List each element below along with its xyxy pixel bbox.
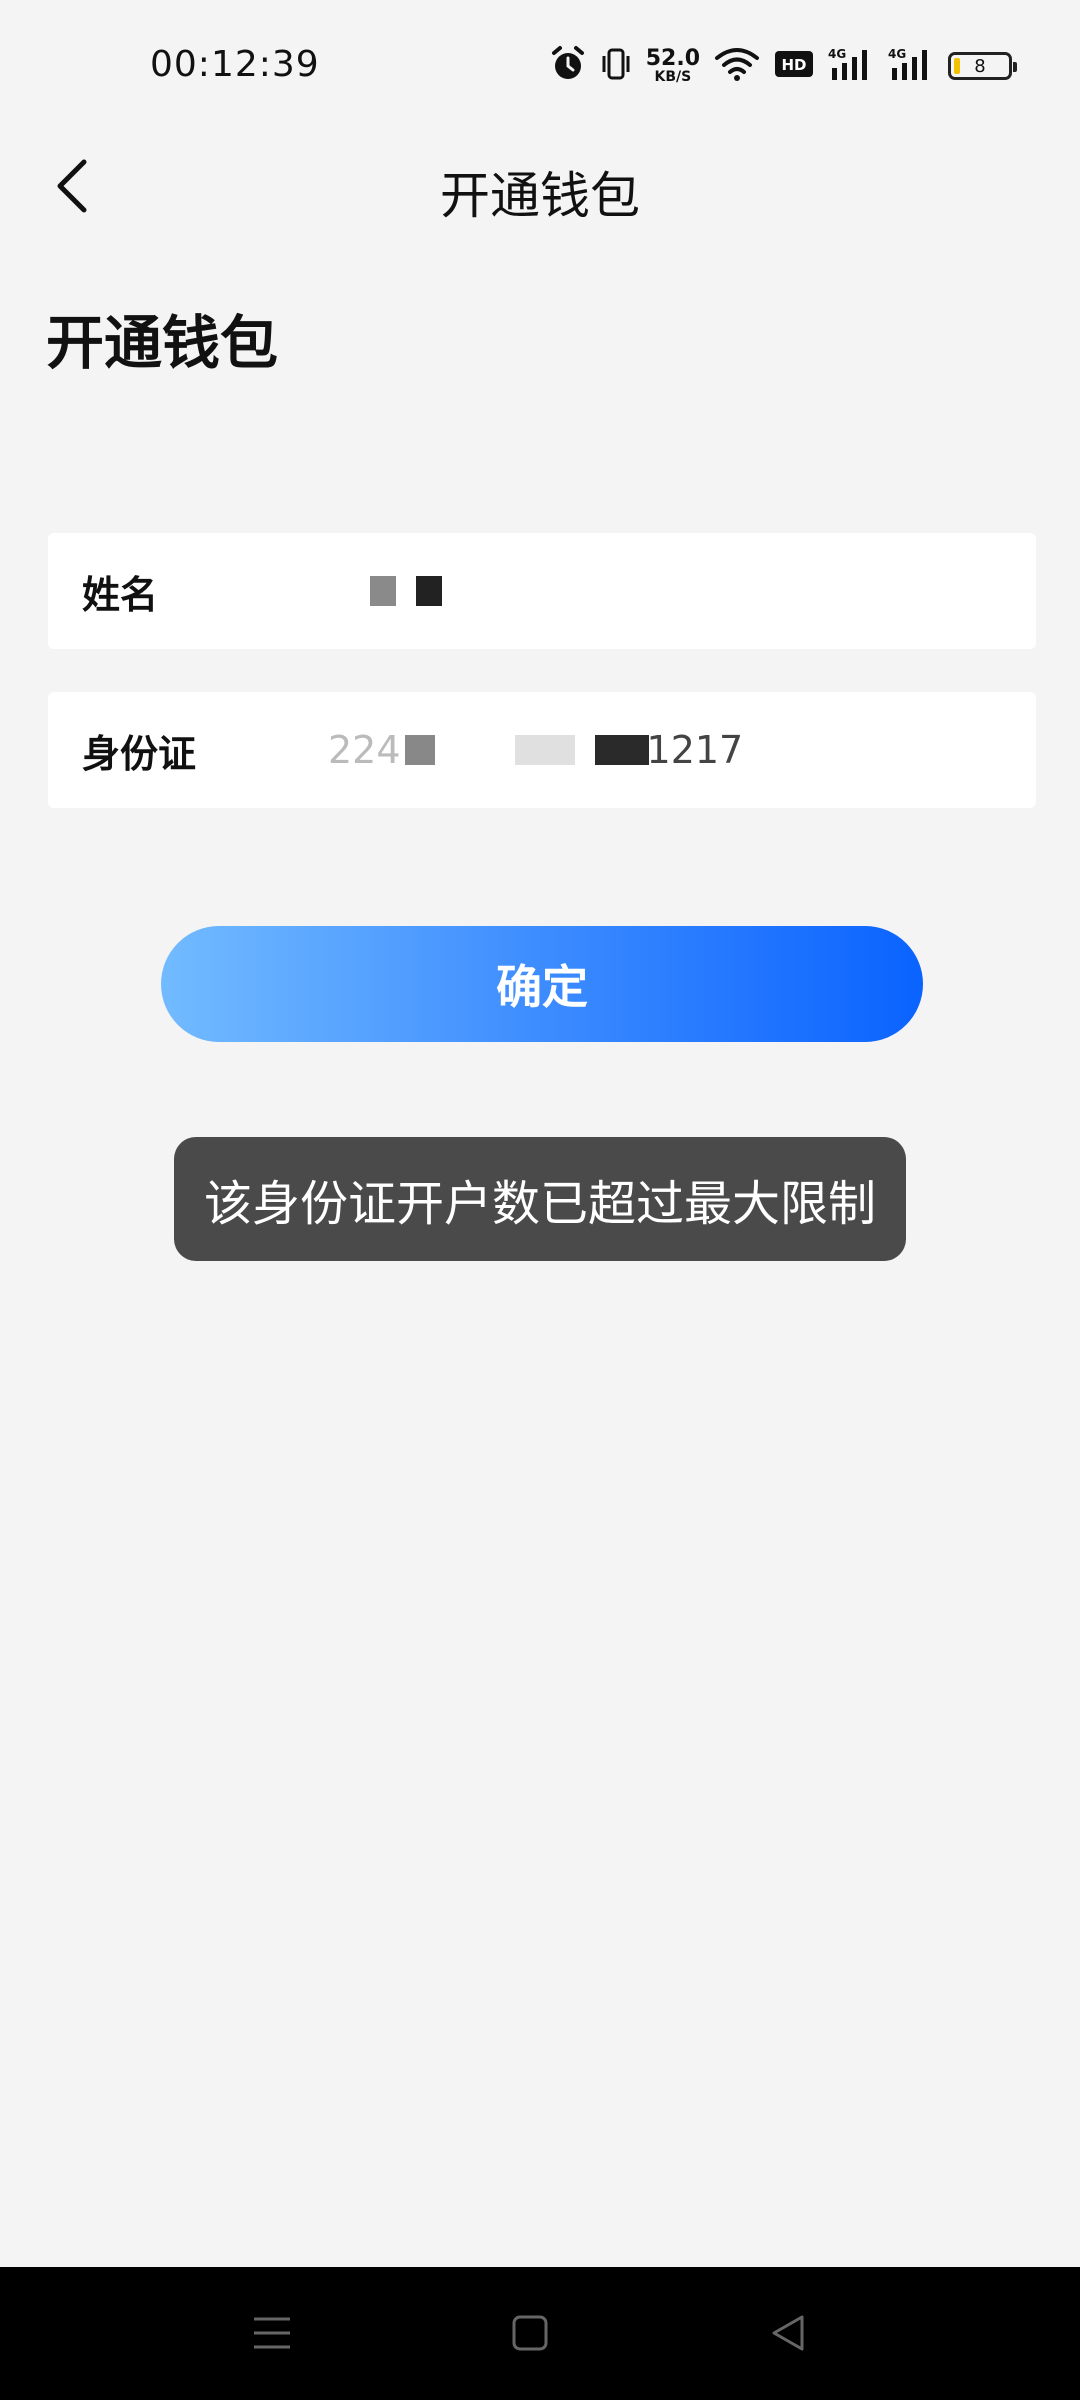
id-card-field[interactable]: 身份证 224 1217 <box>48 692 1036 808</box>
hd-icon: HD <box>774 50 814 82</box>
page-heading: 开通钱包 <box>46 309 279 377</box>
status-time: 00:12:39 <box>150 44 320 85</box>
id-card-label: 身份证 <box>82 731 197 776</box>
status-bar: 00:12:39 52.0 KB/S HD 4G 4G 8 <box>0 0 1080 130</box>
id-prefix: 224 <box>328 728 401 772</box>
redacted-block <box>594 735 649 765</box>
home-button[interactable] <box>500 2303 560 2363</box>
net-speed-value: 52.0 <box>645 46 700 71</box>
id-card-value-redacted: 224 1217 <box>328 728 743 772</box>
error-toast: 该身份证开户数已超过最大限制 <box>174 1137 906 1261</box>
name-label: 姓名 <box>82 572 159 617</box>
home-icon <box>512 2315 548 2351</box>
redacted-block <box>416 576 442 606</box>
signal-4g-icon: 4G <box>888 46 934 86</box>
redacted-block <box>514 735 575 765</box>
vibrate-icon <box>600 46 632 86</box>
redacted-block <box>404 735 435 765</box>
nav-title: 开通钱包 <box>440 167 640 225</box>
id-suffix: 1217 <box>646 728 744 772</box>
system-back-button[interactable] <box>758 2303 818 2363</box>
status-icons: 52.0 KB/S HD 4G 4G 8 <box>550 44 1017 88</box>
nav-bar: 开通钱包 <box>0 130 1080 240</box>
system-nav-bar <box>0 2267 1080 2400</box>
name-value-redacted <box>370 576 442 606</box>
svg-text:4G: 4G <box>828 47 846 61</box>
name-field[interactable]: 姓名 <box>48 533 1036 649</box>
menu-icon <box>254 2317 290 2349</box>
confirm-button[interactable]: 确定 <box>161 926 923 1042</box>
wifi-icon <box>714 46 760 86</box>
redacted-block <box>370 576 396 606</box>
svg-text:4G: 4G <box>888 47 906 61</box>
recents-button[interactable] <box>242 2303 302 2363</box>
battery-level: 8 <box>974 55 986 77</box>
battery-icon: 8 <box>948 52 1017 80</box>
open-wallet-page: 00:12:39 52.0 KB/S HD 4G 4G 8 开通钱包 开通钱包 … <box>0 0 1080 2400</box>
svg-text:HD: HD <box>781 56 806 74</box>
net-speed-unit: KB/S <box>654 69 692 85</box>
signal-4g-icon: 4G <box>828 46 874 86</box>
battery-fill <box>954 58 960 74</box>
back-triangle-icon <box>772 2315 804 2351</box>
alarm-icon <box>550 45 586 87</box>
net-speed: 52.0 KB/S <box>645 46 700 85</box>
